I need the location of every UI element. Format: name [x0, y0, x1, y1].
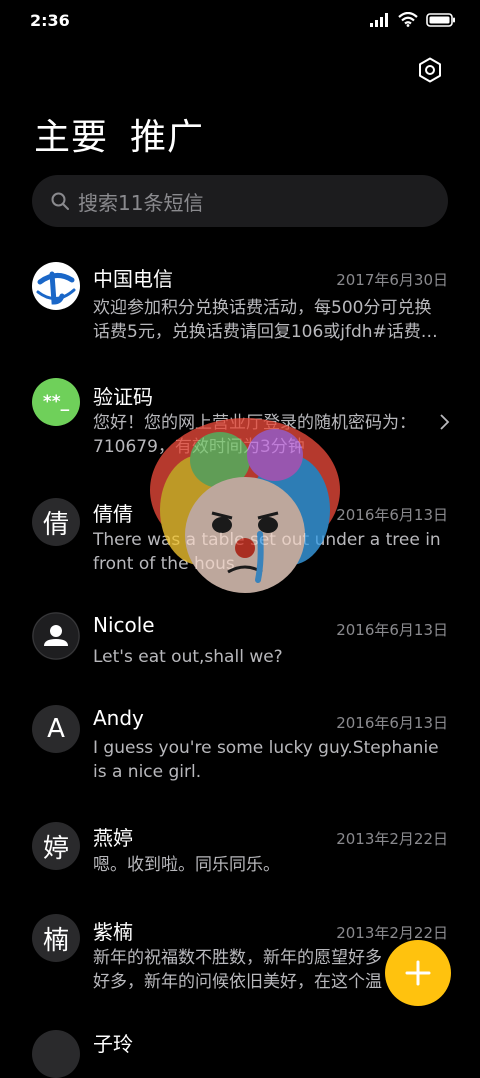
contact-name: 紫楠 — [93, 920, 133, 944]
avatar: A — [32, 705, 80, 753]
avatar — [32, 262, 80, 310]
battery-icon — [426, 12, 455, 27]
contact-name: 验证码 — [93, 385, 153, 409]
avatar — [32, 612, 80, 660]
avatar: 婷 — [32, 822, 80, 870]
tab-primary[interactable]: 主要 — [34, 108, 108, 160]
tab-bar: 主要 推广 — [34, 108, 204, 160]
avatar — [32, 1030, 80, 1078]
message-date: 2016年6月13日 — [336, 621, 448, 639]
message-preview: I guess you're some lucky guy.Stephanie … — [93, 738, 439, 782]
message-preview: Let's eat out,shall we? — [93, 647, 283, 667]
search-placeholder: 搜索11条短信 — [78, 190, 204, 215]
plus-icon — [405, 960, 431, 986]
wifi-icon — [398, 12, 418, 27]
message-preview: 嗯。收到啦。同乐同乐。 — [93, 855, 280, 875]
signal-icon — [370, 12, 388, 27]
contact-name: 子玲 — [93, 1032, 133, 1056]
message-preview: 新年的祝福数不胜数，新年的愿望好多好多，新年的问候依旧美好，在这个温馨的时刻 — [93, 948, 382, 992]
new-message-button[interactable] — [385, 940, 451, 1006]
sticker-image — [150, 418, 340, 593]
conversation-item[interactable]: 子玲 — [0, 1024, 480, 1078]
message-date: 2013年2月22日 — [336, 924, 448, 942]
conversation-item[interactable]: 中国电信 2017年6月30日 欢迎参加积分兑换话费活动，每500分可兑换话费5… — [0, 255, 480, 355]
message-date: 2013年2月22日 — [336, 830, 448, 848]
contact-name: 燕婷 — [93, 826, 133, 850]
message-preview: 欢迎参加积分兑换话费活动，每500分可兑换话费5元，兑换话费请回复106或jfd… — [93, 298, 438, 342]
settings-gear-icon[interactable] — [416, 56, 444, 84]
tab-promotions[interactable]: 推广 — [130, 108, 204, 160]
chevron-right-icon[interactable] — [438, 413, 450, 431]
avatar: 倩 — [32, 498, 80, 546]
message-date: 2016年6月13日 — [336, 506, 448, 524]
status-time: 2:36 — [30, 11, 70, 30]
avatar: 楠 — [32, 914, 80, 962]
contact-name: 倩倩 — [93, 502, 133, 526]
status-icons — [370, 12, 456, 27]
person-icon — [32, 612, 80, 660]
conversation-item[interactable]: A Andy 2016年6月13日 I guess you're some lu… — [0, 698, 480, 798]
contact-name: Nicole — [93, 613, 155, 637]
avatar: **_ — [32, 378, 80, 426]
contact-name: Andy — [93, 706, 144, 730]
conversation-item[interactable]: 婷 燕婷 2013年2月22日 嗯。收到啦。同乐同乐。 — [0, 814, 480, 904]
search-bar[interactable]: 搜索11条短信 — [32, 175, 448, 227]
message-date: 2017年6月30日 — [336, 271, 448, 289]
message-date: 2016年6月13日 — [336, 714, 448, 732]
conversation-item[interactable]: Nicole 2016年6月13日 Let's eat out,shall we… — [0, 605, 480, 695]
status-bar: 2:36 — [0, 0, 480, 44]
telecom-logo-icon — [34, 264, 78, 308]
search-icon — [51, 192, 69, 210]
contact-name: 中国电信 — [93, 267, 173, 291]
